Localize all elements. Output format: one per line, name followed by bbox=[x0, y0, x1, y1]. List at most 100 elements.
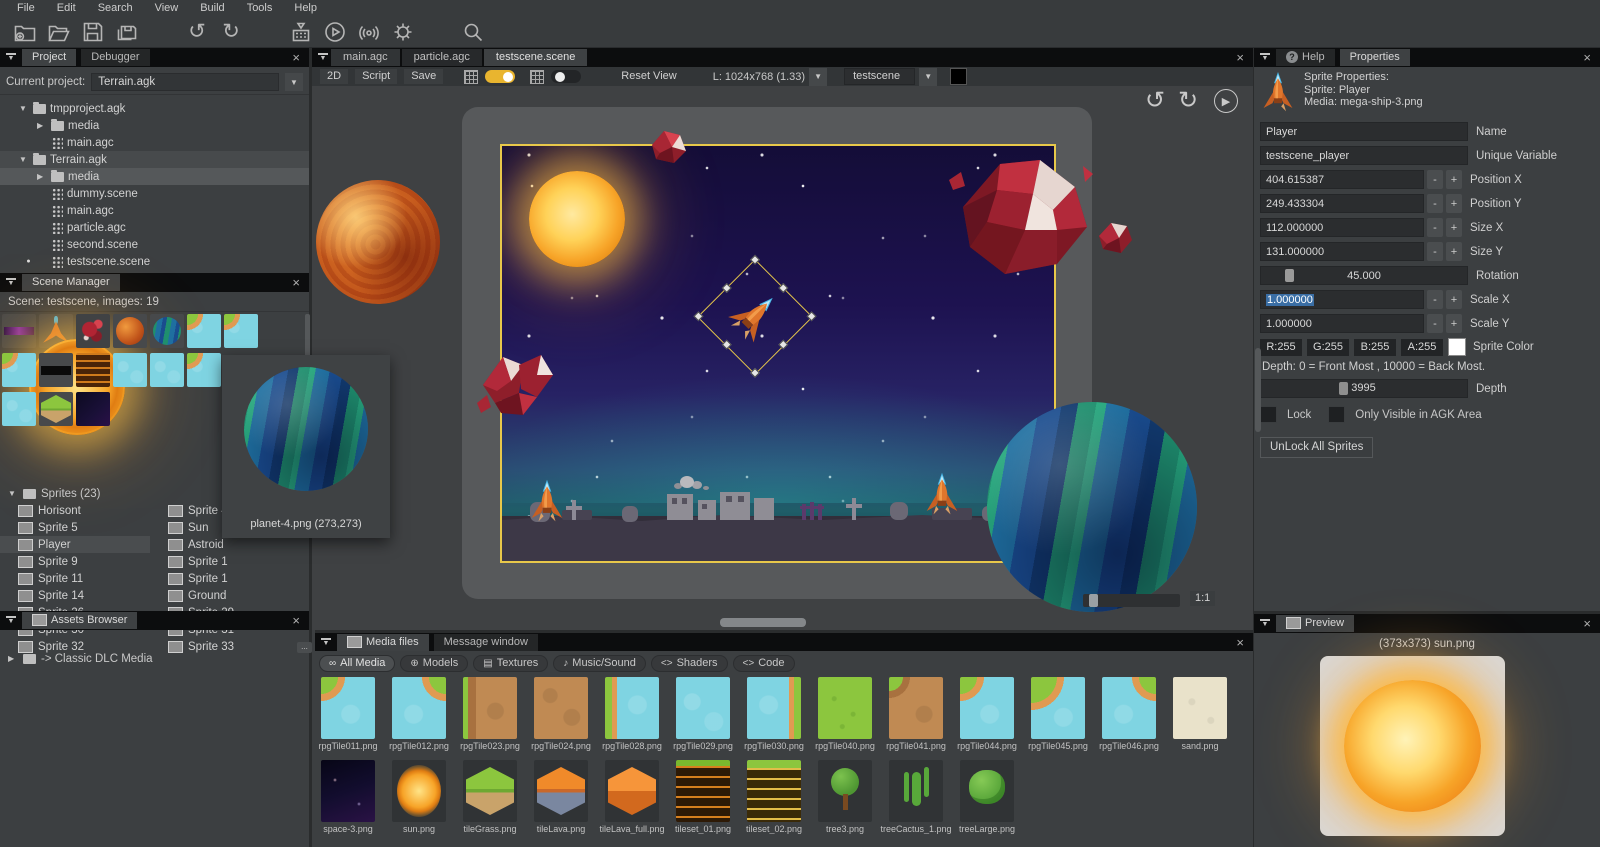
increment-button[interactable]: + bbox=[1446, 218, 1462, 237]
editor-tab[interactable]: particle.agc bbox=[402, 49, 482, 66]
resize-handle[interactable] bbox=[722, 283, 732, 293]
size-x-field[interactable]: 112.000000 bbox=[1260, 218, 1424, 237]
scene-image-thumb[interactable] bbox=[224, 314, 258, 348]
compile-icon[interactable] bbox=[286, 19, 316, 45]
open-project-icon[interactable] bbox=[44, 19, 74, 45]
tab-project[interactable]: Project bbox=[22, 49, 76, 66]
tab-scene-manager[interactable]: Scene Manager bbox=[22, 274, 120, 291]
media-filter-button[interactable]: ∞ All Media bbox=[319, 655, 395, 672]
decrement-button[interactable]: - bbox=[1427, 218, 1443, 237]
tab-message-window[interactable]: Message window bbox=[434, 634, 538, 651]
media-filter-button[interactable]: ▤ Textures bbox=[473, 655, 548, 672]
tab-media-files[interactable]: Media files bbox=[337, 634, 429, 651]
increment-button[interactable]: + bbox=[1446, 314, 1462, 333]
expand-arrow-icon[interactable]: ▼ bbox=[8, 489, 18, 498]
asteroid-sprite[interactable] bbox=[646, 127, 690, 167]
broadcast-icon[interactable] bbox=[354, 19, 384, 45]
media-file-item[interactable]: sand.png bbox=[1173, 677, 1227, 751]
reset-view-button[interactable]: Reset View bbox=[614, 69, 683, 84]
tree-row[interactable]: particle.agc bbox=[0, 219, 309, 236]
menu-item[interactable]: Tools bbox=[236, 0, 284, 16]
media-file-item[interactable]: tree3.png bbox=[818, 760, 872, 834]
sprite-list-item[interactable]: Sprite 11 bbox=[0, 570, 150, 587]
color-r-field[interactable]: R:255 bbox=[1260, 339, 1302, 356]
tab-assets-browser[interactable]: Assets Browser bbox=[22, 612, 137, 629]
zoom-slider-handle[interactable] bbox=[1089, 594, 1098, 607]
scene-image-thumb[interactable] bbox=[113, 314, 147, 348]
sprite-list-item[interactable]: Sprite 14 bbox=[0, 587, 150, 604]
media-file-item[interactable]: treeCactus_1.png bbox=[889, 760, 943, 834]
blue-planet-sprite[interactable] bbox=[987, 402, 1197, 612]
horizontal-scrollbar[interactable] bbox=[720, 618, 806, 627]
tab-properties[interactable]: Properties bbox=[1340, 49, 1410, 66]
scene-viewport[interactable]: ↺ ↻ ▶ 1:1 bbox=[312, 86, 1253, 630]
media-filter-button[interactable]: <> Shaders bbox=[651, 655, 728, 672]
sun-sprite[interactable] bbox=[529, 171, 625, 267]
debug-icon[interactable] bbox=[388, 19, 418, 45]
sprite-list-item[interactable]: Ground bbox=[150, 587, 300, 604]
menu-item[interactable]: View bbox=[144, 0, 190, 16]
color-b-field[interactable]: B:255 bbox=[1354, 339, 1396, 356]
redo-icon[interactable]: ↻ bbox=[216, 19, 246, 45]
media-file-item[interactable]: rpgTile045.png bbox=[1031, 677, 1085, 751]
orange-planet-sprite[interactable] bbox=[316, 180, 440, 304]
color-g-field[interactable]: G:255 bbox=[1307, 339, 1349, 356]
sprite-list-item[interactable]: Sprite 1 bbox=[150, 570, 300, 587]
media-file-item[interactable]: rpgTile024.png bbox=[534, 677, 588, 751]
media-file-thumbnail[interactable] bbox=[605, 677, 659, 739]
media-filter-button[interactable]: <> Code bbox=[733, 655, 795, 672]
media-file-thumbnail[interactable] bbox=[534, 677, 588, 739]
view-play-icon[interactable]: ▶ bbox=[1214, 89, 1238, 113]
sprite-list-item[interactable]: Astroid bbox=[150, 536, 300, 553]
dock-icon[interactable] bbox=[1259, 53, 1271, 62]
scene-image-thumb[interactable] bbox=[2, 392, 36, 426]
media-file-item[interactable]: rpgTile030.png bbox=[747, 677, 801, 751]
chevron-down-icon[interactable]: ▼ bbox=[809, 68, 827, 86]
dock-icon[interactable] bbox=[317, 53, 329, 62]
sprite-color-swatch[interactable] bbox=[1448, 338, 1466, 356]
background-color-swatch[interactable] bbox=[950, 68, 967, 85]
scene-image-thumb[interactable] bbox=[76, 353, 110, 387]
close-icon[interactable]: × bbox=[1579, 50, 1595, 65]
asteroid-sprite[interactable] bbox=[945, 152, 1095, 282]
tree-row[interactable]: ▶ media bbox=[0, 168, 309, 185]
scale-x-field[interactable]: 1.000000 bbox=[1260, 290, 1424, 309]
editor-tab[interactable]: main.agc bbox=[331, 49, 400, 66]
rotation-slider-handle[interactable] bbox=[1285, 269, 1294, 282]
dock-icon[interactable] bbox=[5, 53, 17, 62]
media-file-item[interactable]: rpgTile012.png bbox=[392, 677, 446, 751]
asteroid-sprite[interactable] bbox=[1095, 220, 1135, 256]
unlock-all-sprites-button[interactable]: UnLock All Sprites bbox=[1260, 437, 1373, 458]
media-file-item[interactable]: tileLava_full.png bbox=[605, 760, 659, 834]
media-file-item[interactable]: sun.png bbox=[392, 760, 446, 834]
scene-image-thumb[interactable] bbox=[76, 392, 110, 426]
media-file-item[interactable]: rpgTile041.png bbox=[889, 677, 943, 751]
position-y-field[interactable]: 249.433304 bbox=[1260, 194, 1424, 213]
sprite-list-item[interactable]: Horisont bbox=[0, 502, 150, 519]
media-file-thumbnail[interactable] bbox=[747, 677, 801, 739]
smoke-sprite[interactable] bbox=[680, 476, 694, 488]
media-file-item[interactable]: tileLava.png bbox=[534, 760, 588, 834]
menu-item[interactable]: Search bbox=[87, 0, 144, 16]
expand-arrow-icon[interactable]: ▶ bbox=[8, 654, 18, 663]
new-project-icon[interactable] bbox=[10, 19, 40, 45]
tree-row[interactable]: second.scene bbox=[0, 236, 309, 253]
media-filter-button[interactable]: ♪ Music/Sound bbox=[553, 655, 646, 672]
script-button[interactable]: Script bbox=[355, 69, 397, 84]
media-file-item[interactable]: rpgTile046.png bbox=[1102, 677, 1156, 751]
media-filter-button[interactable]: ⊕ Models bbox=[400, 655, 468, 672]
media-file-thumbnail[interactable] bbox=[747, 760, 801, 822]
snap-toggle-off[interactable] bbox=[551, 70, 581, 83]
save-icon[interactable] bbox=[78, 19, 108, 45]
editor-tab[interactable]: testscene.scene bbox=[484, 49, 588, 66]
save-all-icon[interactable] bbox=[112, 19, 142, 45]
close-icon[interactable]: × bbox=[1232, 50, 1248, 65]
dock-icon[interactable] bbox=[320, 638, 332, 647]
media-file-item[interactable]: rpgTile044.png bbox=[960, 677, 1014, 751]
view-undo-icon[interactable]: ↺ bbox=[1145, 87, 1165, 115]
scene-image-thumb[interactable] bbox=[2, 353, 36, 387]
media-file-thumbnail[interactable] bbox=[605, 760, 659, 822]
media-file-thumbnail[interactable] bbox=[463, 677, 517, 739]
decrement-button[interactable]: - bbox=[1427, 314, 1443, 333]
more-button[interactable]: ... bbox=[297, 642, 312, 653]
